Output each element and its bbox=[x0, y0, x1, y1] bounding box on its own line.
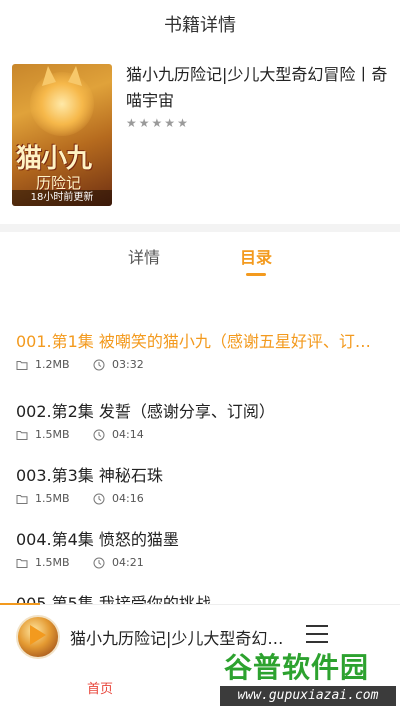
star-icon: ★ bbox=[126, 116, 137, 130]
chapter-duration: 04:14 bbox=[112, 428, 144, 441]
clock-icon bbox=[93, 557, 105, 568]
chapter-size: 1.5MB bbox=[35, 428, 70, 441]
cat-ears-icon bbox=[42, 66, 82, 86]
tab-home[interactable]: 首页 bbox=[0, 670, 200, 710]
watermark-url: www.gupuxiazai.com bbox=[220, 686, 396, 706]
chapter-item[interactable]: 003.第3集 神秘石珠 1.5MB 04:16 bbox=[0, 462, 400, 526]
chapter-item[interactable]: 005.第5集 我接受你的挑战 bbox=[0, 590, 400, 604]
chapter-meta: 1.5MB 04:21 bbox=[16, 556, 144, 569]
chapter-meta: 1.2MB 03:32 bbox=[16, 358, 144, 371]
clock-icon bbox=[93, 429, 105, 440]
watermark-name: 谷普软件园 bbox=[224, 651, 370, 684]
cover-title: 猫小九 bbox=[16, 144, 92, 174]
folder-icon bbox=[16, 430, 28, 440]
tab-bar: 详情 目录 bbox=[0, 236, 400, 284]
star-icon: ★ bbox=[164, 116, 176, 130]
chapter-size: 1.2MB bbox=[35, 358, 70, 371]
chapter-item[interactable]: 004.第4集 愤怒的猫墨 1.5MB 04:21 bbox=[0, 526, 400, 590]
chapter-title: 004.第4集 愤怒的猫墨 bbox=[16, 530, 179, 549]
chapter-duration: 04:21 bbox=[112, 556, 144, 569]
tab-active-indicator bbox=[246, 273, 266, 276]
chapter-title: 005.第5集 我接受你的挑战 bbox=[16, 594, 211, 604]
chapter-size: 1.5MB bbox=[35, 556, 70, 569]
rating-stars: ★ ★ ★ ★ ★ bbox=[126, 116, 188, 130]
book-cover[interactable]: 猫小九 历险记 18小时前更新 bbox=[12, 64, 112, 206]
chapter-size: 1.5MB bbox=[35, 492, 70, 505]
section-divider bbox=[0, 224, 400, 232]
chapter-title: 002.第2集 发誓（感谢分享、订阅） bbox=[16, 402, 275, 421]
folder-icon bbox=[16, 494, 28, 504]
chapter-duration: 03:32 bbox=[112, 358, 144, 371]
playlist-icon[interactable] bbox=[306, 625, 328, 643]
star-icon: ★ bbox=[151, 116, 163, 130]
tab-detail[interactable]: 详情 bbox=[128, 244, 160, 268]
page-title: 书籍详情 bbox=[164, 15, 236, 36]
chapter-title: 001.第1集 被嘲笑的猫小九（感谢五星好评、订阅） bbox=[16, 332, 386, 351]
folder-icon bbox=[16, 360, 28, 370]
play-icon[interactable] bbox=[30, 625, 46, 645]
header: 书籍详情 bbox=[0, 0, 400, 48]
chapter-duration: 04:16 bbox=[112, 492, 144, 505]
tab-catalog[interactable]: 目录 bbox=[240, 244, 272, 268]
watermark: 谷普软件园 www.gupuxiazai.com bbox=[220, 646, 398, 708]
cover-update-badge: 18小时前更新 bbox=[12, 190, 112, 206]
clock-icon bbox=[93, 359, 105, 370]
book-info: 猫小九 历险记 18小时前更新 猫小九历险记|少儿大型奇幻冒险丨奇喵宇宙 ★ ★… bbox=[0, 60, 400, 210]
star-icon: ★ bbox=[138, 116, 150, 130]
clock-icon bbox=[93, 493, 105, 504]
chapter-item[interactable]: 001.第1集 被嘲笑的猫小九（感谢五星好评、订阅） 1.2MB 03:32 bbox=[0, 328, 400, 392]
chapter-meta: 1.5MB 04:16 bbox=[16, 492, 144, 505]
star-icon: ★ bbox=[177, 116, 188, 130]
chapter-title: 003.第3集 神秘石珠 bbox=[16, 466, 163, 485]
folder-icon bbox=[16, 558, 28, 568]
book-title: 猫小九历险记|少儿大型奇幻冒险丨奇喵宇宙 bbox=[126, 65, 388, 110]
chapter-meta: 1.5MB 04:14 bbox=[16, 428, 144, 441]
chapter-item[interactable]: 002.第2集 发誓（感谢分享、订阅） 1.5MB 04:14 bbox=[0, 398, 400, 462]
playback-progress bbox=[0, 603, 40, 605]
